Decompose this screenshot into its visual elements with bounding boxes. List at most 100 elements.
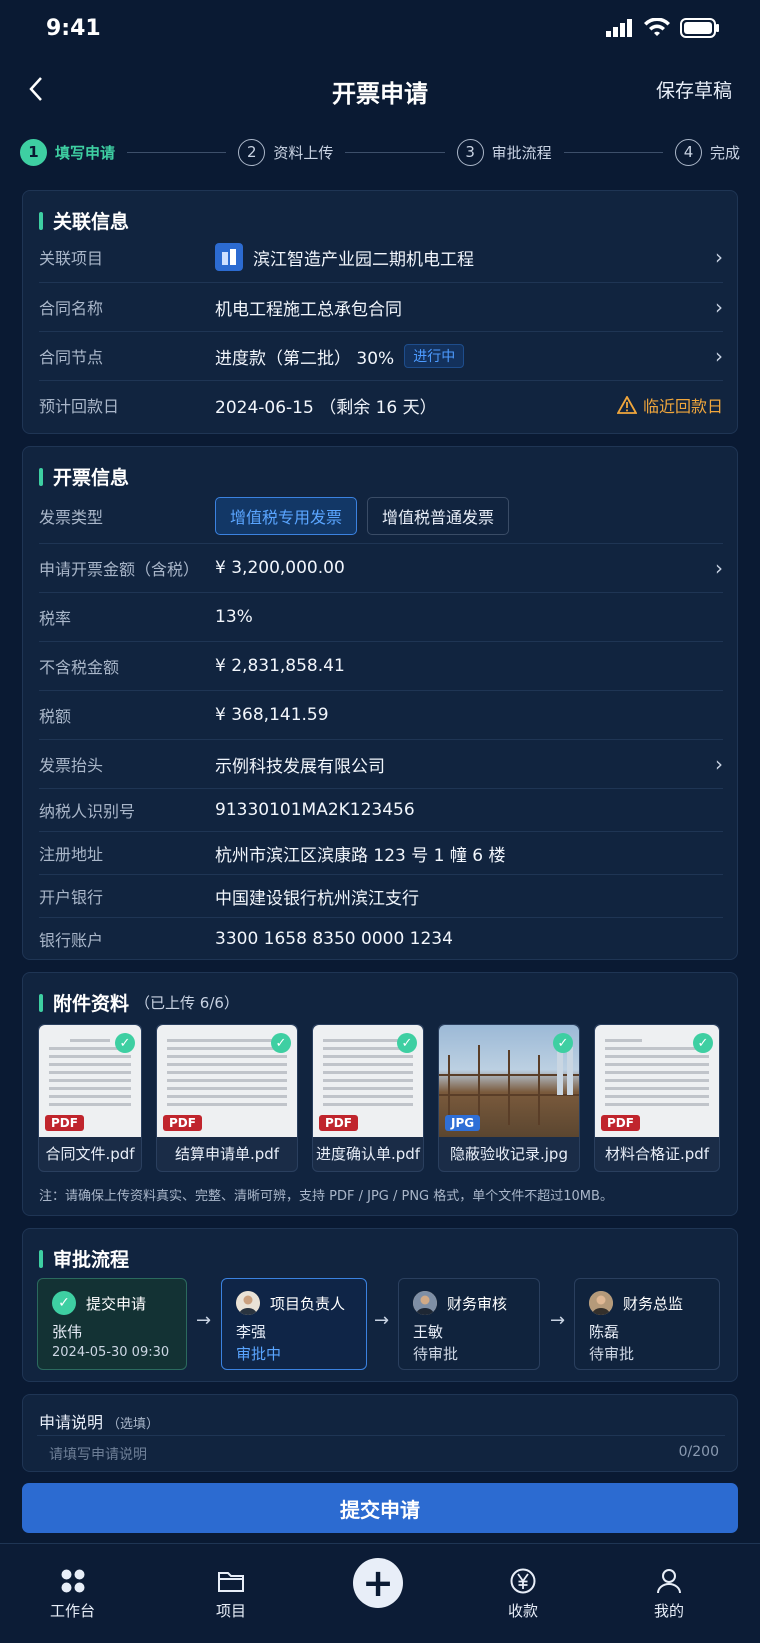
related-project-row[interactable]: 关联项目 滨江智造产业园二期机电工程 › xyxy=(39,233,723,281)
arrow-right-icon: → xyxy=(550,1310,566,1331)
pdf-badge: PDF xyxy=(601,1115,640,1131)
field-value: ¥ 3,200,000.00 xyxy=(215,558,345,578)
step-number: 4 xyxy=(674,138,702,166)
attachment-item[interactable]: PDF ✓ 进度确认单.pdf xyxy=(312,1024,424,1172)
step-1: 1 填写申请 xyxy=(20,138,115,166)
step-connector xyxy=(563,151,663,153)
field-value: ¥ 2,831,858.41 xyxy=(215,656,345,676)
tab-bar: 工作台 项目 + 收款 我的 xyxy=(0,1543,760,1643)
approval-node: 财务审核 王敏 待审批 xyxy=(398,1278,540,1370)
folder-icon xyxy=(218,1572,244,1592)
field-value: 3300 1658 8350 0000 1234 xyxy=(215,929,453,949)
approval-node: 项目负责人 李强 审批中 xyxy=(221,1278,367,1370)
invoice-type-normal-button[interactable]: 增值税普通发票 xyxy=(367,497,510,535)
approval-role: 项目负责人 xyxy=(270,1294,346,1313)
check-icon: ✓ xyxy=(553,1033,573,1053)
pdf-badge: PDF xyxy=(45,1115,84,1131)
attachment-item[interactable]: PDF ✓ 合同文件.pdf xyxy=(38,1024,142,1172)
tab-profile[interactable]: 我的 xyxy=(654,1568,684,1621)
contract-name-row[interactable]: 合同名称 机电工程施工总承包合同 › xyxy=(39,283,723,331)
approval-role: 财务审核 xyxy=(447,1294,508,1313)
field-label: 发票抬头 xyxy=(39,756,104,775)
arrow-right-icon: → xyxy=(196,1310,212,1331)
chevron-right-icon: › xyxy=(715,556,723,580)
tab-projects[interactable]: 项目 xyxy=(216,1568,246,1621)
approval-status: 待审批 xyxy=(589,1345,635,1363)
approval-role: 提交申请 xyxy=(86,1294,147,1313)
check-icon: ✓ xyxy=(115,1033,135,1053)
step-label: 资料上传 xyxy=(273,143,334,162)
address-row: 注册地址 杭州市滨江区滨康路 123 号 1 幢 6 楼 xyxy=(39,832,723,874)
account-row: 银行账户 3300 1658 8350 0000 1234 xyxy=(39,918,723,960)
taxpayer-id-row: 纳税人识别号 91330101MA2K123456 xyxy=(39,789,723,831)
chevron-right-icon: › xyxy=(715,752,723,776)
yuan-icon xyxy=(510,1568,536,1594)
battery-icon xyxy=(680,18,719,38)
status-bar: 9:41 xyxy=(0,0,760,60)
step-number: 2 xyxy=(238,138,266,166)
user-icon xyxy=(657,1569,681,1594)
remark-input[interactable]: 请填写申请说明 0/200 xyxy=(37,1435,725,1469)
section-title: 关联信息 xyxy=(39,207,129,234)
field-label: 预计回款日 xyxy=(39,397,120,416)
save-draft-button[interactable]: 保存草稿 xyxy=(656,76,732,103)
invoice-type-row: 发票类型 增值税专用发票 增值税普通发票 xyxy=(39,493,723,539)
status-time: 9:41 xyxy=(46,16,101,41)
payment-date-row: 预计回款日 2024-06-15 （剩余 16 天） 临近回款日 xyxy=(39,381,723,429)
field-value: ¥ 368,141.59 xyxy=(215,705,329,725)
step-label: 完成 xyxy=(709,143,740,162)
attachment-item[interactable]: JPG ✓ 隐蔽验收记录.jpg xyxy=(438,1024,580,1172)
tab-label: 我的 xyxy=(654,1602,685,1620)
field-label: 关联项目 xyxy=(39,249,104,268)
field-label: 税额 xyxy=(39,707,72,726)
chevron-right-icon: › xyxy=(715,344,723,368)
avatar xyxy=(236,1291,260,1315)
related-info-card: 关联信息 关联项目 滨江智造产业园二期机电工程 › 合同名称 机电工程施工总承包… xyxy=(22,190,738,434)
add-button[interactable]: + xyxy=(353,1558,403,1608)
approver-name: 王敏 xyxy=(413,1323,444,1341)
net-amount-row: 不含税金额 ¥ 2,831,858.41 xyxy=(39,642,723,690)
field-value: 13% xyxy=(215,607,253,627)
section-title: 附件资料 （已上传 6/6） xyxy=(39,989,239,1016)
field-label: 合同名称 xyxy=(39,299,104,318)
pdf-badge: PDF xyxy=(163,1115,202,1131)
step-connector xyxy=(127,151,227,153)
upload-note: 注：请确保上传资料真实、完整、清晰可辨，支持 PDF / JPG / PNG 格… xyxy=(39,1189,613,1204)
invoice-type-special-button[interactable]: 增值税专用发票 xyxy=(215,497,358,535)
avatar xyxy=(589,1291,613,1315)
field-label: 纳税人识别号 xyxy=(39,802,136,821)
tab-label: 项目 xyxy=(216,1602,247,1620)
tab-label: 收款 xyxy=(508,1602,539,1620)
char-counter: 0/200 xyxy=(678,1444,719,1460)
field-value: 进度款（第二批） 30% xyxy=(215,348,395,369)
field-label: 不含税金额 xyxy=(39,658,120,677)
upload-count: （已上传 6/6） xyxy=(135,994,239,1012)
field-label: 税率 xyxy=(39,609,72,628)
stepper: 1 填写申请 2 资料上传 3 审批流程 4 完成 xyxy=(20,132,740,172)
field-value: 杭州市滨江区滨康路 123 号 1 幢 6 楼 xyxy=(215,845,506,866)
submit-button[interactable]: 提交申请 xyxy=(22,1483,738,1533)
step-connector xyxy=(345,151,445,153)
file-name: 材料合格证.pdf xyxy=(604,1144,710,1163)
field-label: 合同节点 xyxy=(39,348,104,367)
jpg-badge: JPG xyxy=(445,1115,481,1131)
field-label: 开户银行 xyxy=(39,888,104,907)
attachment-item[interactable]: PDF ✓ 结算申请单.pdf xyxy=(156,1024,298,1172)
approver-name: 陈磊 xyxy=(589,1323,620,1341)
tab-receipts[interactable]: 收款 xyxy=(508,1568,538,1621)
tab-workbench[interactable]: 工作台 xyxy=(50,1568,95,1621)
field-label: 申请开票金额（含税） xyxy=(39,560,200,579)
contract-node-row[interactable]: 合同节点 进度款（第二批） 30% 进行中 › xyxy=(39,332,723,380)
section-title: 开票信息 xyxy=(39,463,129,490)
pdf-badge: PDF xyxy=(319,1115,358,1131)
wifi-icon xyxy=(644,18,670,36)
plus-icon: + xyxy=(362,1561,394,1605)
field-label: 银行账户 xyxy=(39,931,104,950)
invoice-amount-row[interactable]: 申请开票金额（含税） ¥ 3,200,000.00 › xyxy=(39,544,723,592)
invoice-header-row[interactable]: 发票抬头 示例科技发展有限公司 › xyxy=(39,740,723,788)
check-icon: ✓ xyxy=(271,1033,291,1053)
attachment-item[interactable]: PDF ✓ 材料合格证.pdf xyxy=(594,1024,720,1172)
chevron-right-icon: › xyxy=(715,245,723,269)
remark-card: 申请说明 （选填） 请填写申请说明 0/200 xyxy=(22,1394,738,1472)
field-value: 机电工程施工总承包合同 xyxy=(215,299,402,320)
